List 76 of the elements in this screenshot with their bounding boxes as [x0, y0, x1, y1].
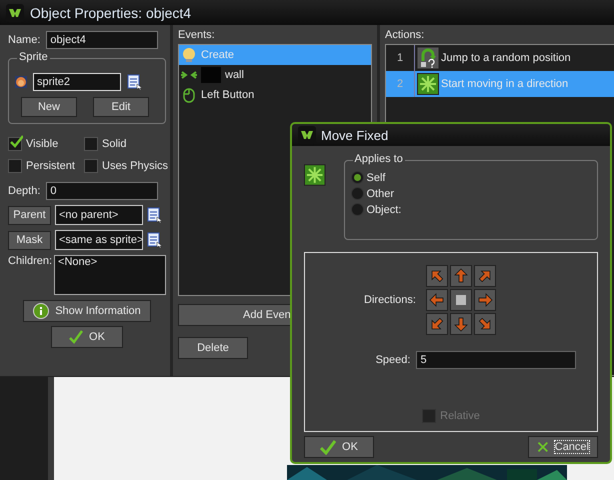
- info-button[interactable]: Show Information: [23, 300, 151, 322]
- delete-button[interactable]: Delete: [178, 337, 248, 359]
- stop-button[interactable]: [450, 289, 472, 311]
- dialog-title: Move Fixed: [321, 128, 388, 142]
- star-arrows-icon: [304, 164, 326, 186]
- name-field[interactable]: object4: [46, 31, 158, 49]
- radio-label: Object:: [366, 204, 402, 216]
- star-arrows-icon: [417, 73, 439, 95]
- close-icon: [537, 439, 549, 455]
- arrow-icon: [452, 316, 469, 332]
- checkbox-label: Solid: [102, 138, 126, 150]
- sprite-button[interactable]: Edit: [93, 97, 149, 117]
- arrow-icon: [428, 316, 445, 332]
- arrow-icon: [428, 268, 445, 284]
- menu-icon: [127, 74, 143, 90]
- checkbox-label: Persistent: [26, 160, 75, 172]
- arrow-icon: [476, 268, 493, 284]
- sprite-button[interactable]: New: [21, 97, 77, 117]
- checkbox[interactable]: [8, 137, 22, 151]
- arrow-button[interactable]: [474, 265, 496, 287]
- arrow-button[interactable]: [450, 313, 472, 335]
- panel-label: Actions:: [385, 29, 426, 41]
- event-item[interactable]: Left Button: [179, 85, 371, 105]
- check-icon: [69, 330, 84, 344]
- stop-icon: [456, 295, 466, 305]
- parent-field[interactable]: <no parent>: [55, 205, 143, 225]
- cancel-button[interactable]: Cancel: [528, 436, 598, 458]
- check-icon: [320, 439, 336, 455]
- mask-button[interactable]: Mask: [8, 230, 51, 250]
- sprite-icon: [15, 76, 27, 88]
- arrow-button[interactable]: [474, 289, 496, 311]
- ok-button[interactable]: OK: [51, 326, 123, 348]
- checkbox[interactable]: [84, 159, 98, 173]
- children-list[interactable]: <None>: [54, 255, 166, 295]
- sprite-field[interactable]: sprite2: [33, 73, 121, 91]
- checkbox-label: Uses Physics: [102, 160, 168, 172]
- parent-button[interactable]: Parent: [8, 206, 51, 224]
- checkbox[interactable]: [8, 159, 22, 173]
- action-item[interactable]: 1 Jump to a random position: [386, 45, 614, 71]
- checkbox-label: Relative: [440, 410, 480, 422]
- checkbox-label: Visible: [26, 138, 58, 150]
- depth-field[interactable]: 0: [46, 182, 158, 200]
- arrow-button[interactable]: [426, 289, 448, 311]
- info-icon: [33, 303, 50, 319]
- jump-arrow-icon: [417, 47, 439, 69]
- checkbox[interactable]: [84, 137, 98, 151]
- arrow-button[interactable]: [426, 313, 448, 335]
- arrow-icon: [476, 316, 493, 332]
- ok-button[interactable]: OK: [304, 436, 374, 458]
- arrow-icon: [428, 292, 445, 308]
- menu-icon: [147, 207, 163, 223]
- field-label: Speed:: [376, 354, 410, 366]
- field-label: Name:: [8, 34, 40, 46]
- mouse-icon: [181, 87, 197, 103]
- radio-button[interactable]: [350, 187, 364, 200]
- group-label: Sprite: [17, 51, 50, 63]
- menu-icon: [147, 232, 163, 248]
- field-label: Children:: [8, 255, 52, 267]
- radio-label: Self: [366, 172, 386, 184]
- radio-button[interactable]: [350, 171, 364, 184]
- arrow-button[interactable]: [474, 313, 496, 335]
- lightbulb-icon: [181, 47, 197, 63]
- event-item[interactable]: wall: [179, 65, 371, 85]
- arrow-button[interactable]: [426, 265, 448, 287]
- panel-label: Events:: [178, 29, 216, 41]
- radio-label: Other: [366, 188, 394, 200]
- field-label: Depth:: [8, 185, 40, 197]
- window-title: Object Properties: object4: [30, 4, 192, 20]
- arrow-button[interactable]: [450, 265, 472, 287]
- speed-field[interactable]: 5: [416, 351, 576, 369]
- arrow-icon: [452, 268, 469, 284]
- group-label: Applies to: [352, 153, 405, 165]
- field-label: Directions:: [364, 294, 416, 306]
- arrow-icon: [476, 292, 493, 308]
- sprite-thumbnail: [201, 67, 221, 83]
- radio-button[interactable]: [350, 203, 364, 216]
